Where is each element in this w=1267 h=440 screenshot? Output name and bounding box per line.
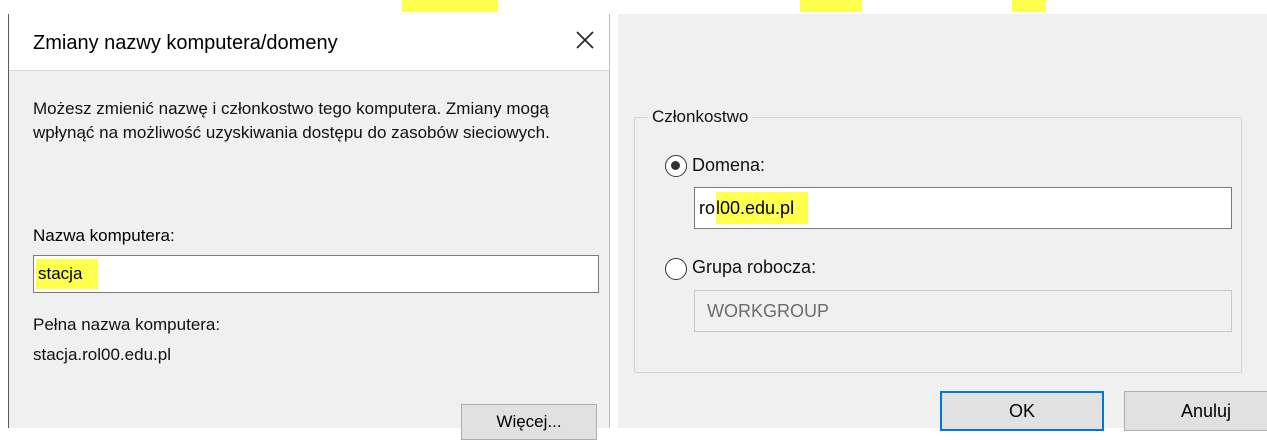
cancel-button[interactable]: Anuluj [1124,391,1267,431]
workgroup-radio-label[interactable]: Grupa robocza: [692,257,816,278]
radio-selected-dot [671,161,680,170]
membership-group-label: Członkostwo [648,107,753,127]
dialog-titlebar: Zmiany nazwy komputera/domeny [9,14,609,70]
rename-computer-dialog: Zmiany nazwy komputera/domeny Możesz zmi… [8,14,610,440]
full-name-label: Pełna nazwa komputera: [33,315,221,334]
dialog-description: Możesz zmienić nazwę i członkostwo tego … [33,99,550,142]
computer-name-input[interactable]: stacja [33,255,599,293]
computer-name-value: stacja [36,259,99,289]
domain-radio-label[interactable]: Domena: [692,155,765,176]
dialog-body: Możesz zmienić nazwę i członkostwo tego … [9,70,609,440]
domain-input[interactable]: ro l00.edu.pl [694,187,1232,229]
full-name-value: stacja.rol00.edu.pl [33,345,171,364]
ok-button[interactable]: OK [940,391,1104,431]
domain-value-prefix: ro [699,198,716,218]
cropped-top-text [0,0,1267,12]
membership-panel: Członkostwo Domena: ro l00.edu.pl Grupa … [618,14,1267,431]
close-icon[interactable] [571,26,599,54]
computer-name-label: Nazwa komputera: [33,226,175,245]
domain-value-highlighted: l00.edu.pl [716,192,809,224]
domain-radio[interactable] [665,155,687,177]
workgroup-radio[interactable] [665,258,687,280]
more-button[interactable]: Więcej... [461,404,597,440]
workgroup-value: WORKGROUP [707,301,830,321]
dialog-title: Zmiany nazwy komputera/domeny [33,32,338,54]
workgroup-input: WORKGROUP [694,290,1232,332]
